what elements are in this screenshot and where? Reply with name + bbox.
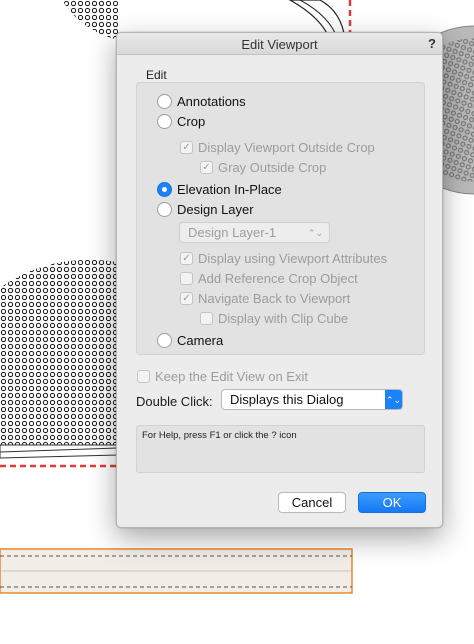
chevron-up-down-icon: ⌃⌄ xyxy=(307,227,323,238)
radio-elevation-in-place-label: Elevation In-Place xyxy=(177,182,282,197)
checkbox-navigate-back-label: Navigate Back to Viewport xyxy=(198,291,351,306)
checkmark-icon[interactable]: ✓ xyxy=(180,141,193,154)
double-click-select[interactable]: Displays this Dialog ⌃⌄ xyxy=(221,389,403,410)
design-layer-select[interactable]: Design Layer-1 ⌃⌄ xyxy=(179,222,330,243)
checkbox-keep-edit-view[interactable]: Keep the Edit View on Exit xyxy=(137,369,308,384)
double-click-label: Double Click: xyxy=(136,394,213,409)
radio-elevation-in-place[interactable]: Elevation In-Place xyxy=(157,182,282,197)
radio-design-layer[interactable]: Design Layer xyxy=(157,202,254,217)
cancel-button[interactable]: Cancel xyxy=(278,492,346,513)
radio-annotations-label: Annotations xyxy=(177,94,246,109)
radio-crop-label: Crop xyxy=(177,114,206,129)
help-icon[interactable]: ? xyxy=(428,36,436,51)
double-click-select-value: Displays this Dialog xyxy=(230,392,344,407)
checkmark-icon[interactable]: ✓ xyxy=(200,161,213,174)
checkbox-gray-outside-crop-label: Gray Outside Crop xyxy=(218,160,327,175)
checkbox-keep-edit-view-label: Keep the Edit View on Exit xyxy=(155,369,308,384)
ok-button[interactable]: OK xyxy=(358,492,426,513)
radio-icon[interactable] xyxy=(157,333,172,348)
checkbox-add-reference-crop[interactable]: Add Reference Crop Object xyxy=(180,271,358,286)
checkbox-add-reference-crop-label: Add Reference Crop Object xyxy=(198,271,358,286)
dialog-title: Edit Viewport xyxy=(241,37,318,52)
radio-icon[interactable] xyxy=(157,202,172,217)
radio-camera-label: Camera xyxy=(177,333,224,348)
checkmark-icon[interactable]: ✓ xyxy=(180,292,193,305)
checkbox-icon[interactable] xyxy=(180,272,193,285)
checkbox-display-clip-cube[interactable]: Display with Clip Cube xyxy=(200,311,348,326)
edit-group-label: Edit xyxy=(146,68,167,82)
dialog-titlebar[interactable]: Edit Viewport ? xyxy=(117,33,442,55)
radio-design-layer-label: Design Layer xyxy=(177,202,254,217)
checkbox-display-clip-cube-label: Display with Clip Cube xyxy=(218,311,349,326)
radio-icon[interactable] xyxy=(157,94,172,109)
checkbox-gray-outside-crop[interactable]: ✓ Gray Outside Crop xyxy=(200,160,326,175)
edit-viewport-dialog: Edit Viewport ? Edit Annotations Crop ✓ … xyxy=(116,32,443,528)
radio-annotations[interactable]: Annotations xyxy=(157,94,246,109)
checkbox-icon[interactable] xyxy=(137,370,150,383)
help-text: For Help, press F1 or click the ? icon xyxy=(142,430,297,441)
checkbox-display-outside-crop[interactable]: ✓ Display Viewport Outside Crop xyxy=(180,140,375,155)
radio-camera[interactable]: Camera xyxy=(157,333,223,348)
checkbox-display-outside-crop-label: Display Viewport Outside Crop xyxy=(198,140,375,155)
checkbox-icon[interactable] xyxy=(200,312,213,325)
design-layer-select-value: Design Layer-1 xyxy=(188,225,277,240)
checkbox-navigate-back[interactable]: ✓ Navigate Back to Viewport xyxy=(180,291,350,306)
checkbox-display-using-attributes-label: Display using Viewport Attributes xyxy=(198,251,388,266)
radio-crop[interactable]: Crop xyxy=(157,114,205,129)
checkbox-display-using-attributes[interactable]: ✓ Display using Viewport Attributes xyxy=(180,251,387,266)
checkmark-icon[interactable]: ✓ xyxy=(180,252,193,265)
help-text-box: For Help, press F1 or click the ? icon xyxy=(136,425,425,473)
radio-icon[interactable] xyxy=(157,114,172,129)
chevron-up-down-icon: ⌃⌄ xyxy=(385,390,402,409)
radio-selected-icon[interactable] xyxy=(157,182,172,197)
